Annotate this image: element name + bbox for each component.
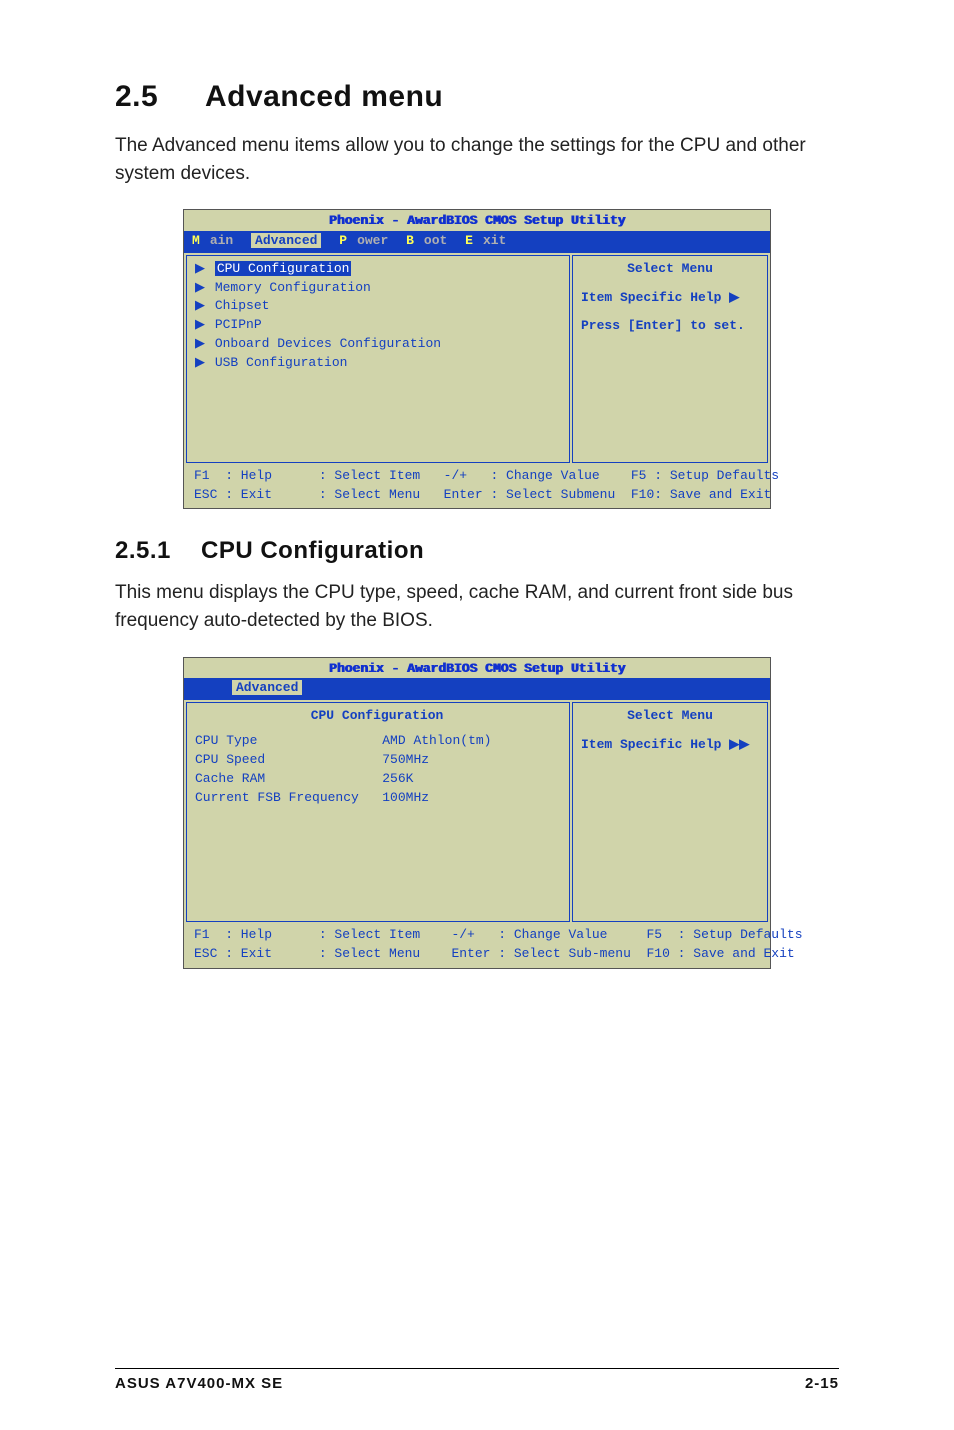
bios-left-pane: CPU Configuration CPU Type AMD Athlon(tm…: [186, 702, 570, 922]
bios-title: Phoenix - AwardBIOS CMOS Setup Utility: [184, 210, 770, 231]
menu-item[interactable]: ▶ PCIPnP: [195, 316, 559, 335]
footer-row: ESC : Exit : Select Menu Enter : Select …: [194, 486, 760, 505]
page-footer: ASUS A7V400-MX SE 2-15: [115, 1368, 839, 1392]
info-row: CPU Type AMD Athlon(tm): [195, 732, 559, 751]
section-heading: 2.5Advanced menu: [115, 80, 839, 114]
bios-right-pane: Select Menu Item Specific Help ▶▶: [572, 702, 768, 922]
footer-row: F1 : Help : Select Item -/+ : Change Val…: [194, 467, 760, 486]
right-head: Select Menu: [581, 260, 759, 279]
tab-advanced[interactable]: Advanced: [251, 233, 321, 248]
menu-item[interactable]: ▶ USB Configuration: [195, 354, 559, 373]
bios-menubar: Advanced: [184, 678, 770, 700]
bios-screenshot-2: Phoenix - AwardBIOS CMOS Setup Utility A…: [183, 657, 771, 969]
menu-item[interactable]: ▶ Memory Configuration: [195, 279, 559, 298]
info-row: Current FSB Frequency 100MHz: [195, 789, 559, 808]
right-line: Item Specific Help ▶▶: [581, 736, 759, 755]
bios-title: Phoenix - AwardBIOS CMOS Setup Utility: [184, 658, 770, 679]
footer-left: ASUS A7V400-MX SE: [115, 1375, 283, 1392]
menu-item[interactable]: ▶ CPU Configuration: [195, 260, 559, 279]
tab-main[interactable]: Main: [192, 233, 233, 248]
bios-left-pane: ▶ CPU Configuration ▶ Memory Configurati…: [186, 255, 570, 463]
tab-exit[interactable]: Exit: [465, 233, 506, 248]
bios-menubar: Main Advanced Power Boot Exit: [184, 231, 770, 253]
bios-right-pane: Select Menu Item Specific Help ▶ Press […: [572, 255, 768, 463]
menu-item[interactable]: ▶ Onboard Devices Configuration: [195, 335, 559, 354]
subsection-title: CPU Configuration: [201, 537, 424, 564]
bios-footer: F1 : Help : Select Item -/+ : Change Val…: [184, 465, 770, 509]
tab-power[interactable]: Power: [339, 233, 388, 248]
subsection-number: 2.5.1: [115, 537, 201, 565]
footer-row: ESC : Exit : Select Menu Enter : Select …: [194, 945, 760, 964]
section-title: Advanced menu: [205, 80, 443, 113]
section-number: 2.5: [115, 80, 205, 114]
bios-screenshot-1: Phoenix - AwardBIOS CMOS Setup Utility M…: [183, 209, 771, 509]
info-row: CPU Speed 750MHz: [195, 751, 559, 770]
bios-footer: F1 : Help : Select Item -/+ : Change Val…: [184, 924, 770, 968]
right-line: Press [Enter] to set.: [581, 317, 759, 336]
subsection-heading: 2.5.1CPU Configuration: [115, 537, 839, 565]
right-line: Item Specific Help ▶: [581, 289, 759, 308]
info-row: Cache RAM 256K: [195, 770, 559, 789]
tab-advanced[interactable]: Advanced: [232, 680, 302, 695]
footer-row: F1 : Help : Select Item -/+ : Change Val…: [194, 926, 760, 945]
tab-boot[interactable]: Boot: [406, 233, 447, 248]
subsection-intro: This menu displays the CPU type, speed, …: [115, 579, 839, 634]
panel-subtitle: CPU Configuration: [195, 707, 559, 726]
footer-right: 2-15: [805, 1375, 839, 1392]
right-head: Select Menu: [581, 707, 759, 726]
menu-item[interactable]: ▶ Chipset: [195, 297, 559, 316]
section-intro: The Advanced menu items allow you to cha…: [115, 132, 839, 187]
